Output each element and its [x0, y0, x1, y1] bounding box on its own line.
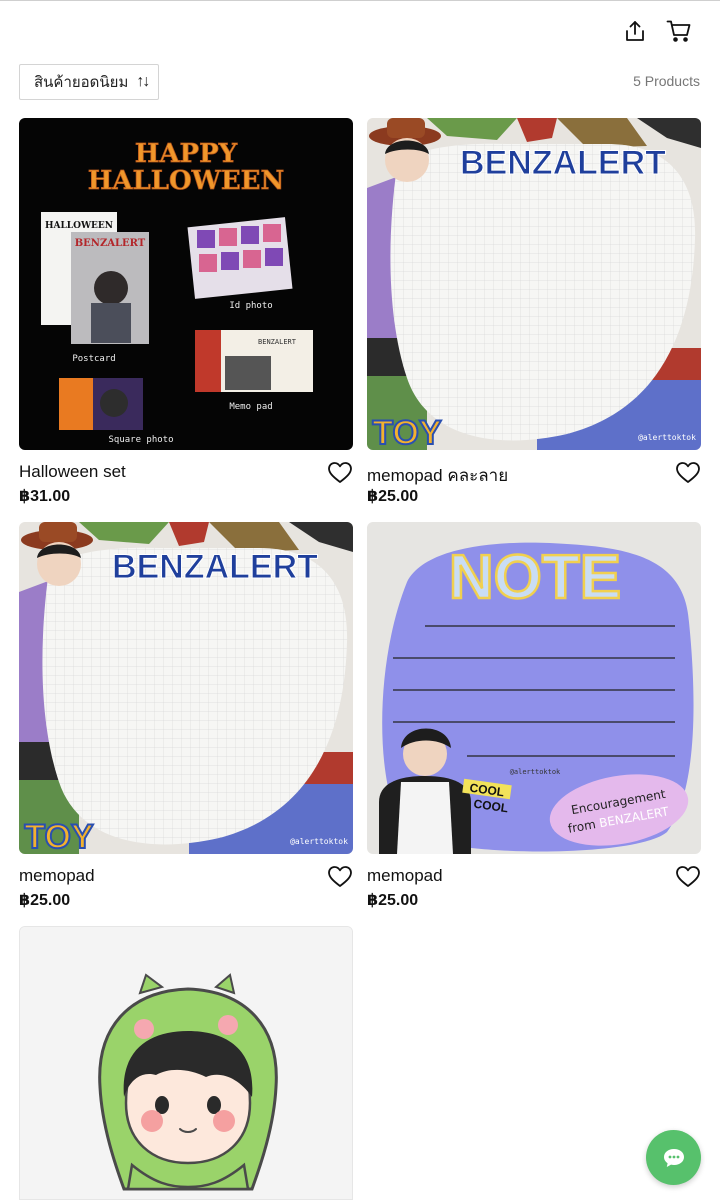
halloween-label-square-photo: Square photo	[108, 435, 173, 445]
heart-icon[interactable]	[675, 864, 701, 890]
halloween-card-brand: BENZALERT	[75, 238, 146, 249]
product-count: 5 Products	[633, 73, 700, 89]
store-header	[0, 0, 720, 60]
halloween-label-memo-pad: Memo pad	[229, 402, 272, 412]
product-image-memopad-mixed[interactable]: BENZALERT TOY @alerttoktok	[367, 118, 701, 450]
share-icon	[626, 21, 644, 41]
product-price: ฿25.00	[19, 892, 71, 909]
frog-character-artwork	[20, 927, 352, 1199]
halloween-memo-brand: BENZALERT	[258, 338, 297, 346]
product-title[interactable]: memopad	[367, 866, 443, 886]
note-memo-title: NOTE	[449, 543, 621, 612]
halloween-label-id-photo: Id photo	[229, 301, 272, 311]
toy-memo-brand: BENZALERT	[112, 548, 318, 586]
toy-memo-artwork: BENZALERT TOY @alerttoktok	[19, 522, 353, 854]
toy-memo-handle: @alerttoktok	[290, 837, 348, 846]
heart-icon[interactable]	[327, 460, 353, 486]
note-memo-handle: @alerttoktok	[510, 768, 561, 776]
heart-icon[interactable]	[327, 864, 353, 890]
chat-icon	[663, 1148, 684, 1167]
product-price: ฿31.00	[19, 488, 71, 505]
cart-button[interactable]	[664, 16, 694, 46]
sort-icon: ↑↓	[136, 73, 150, 90]
product-title[interactable]: memopad คละลาย	[367, 462, 508, 489]
product-price: ฿25.00	[367, 488, 419, 505]
sort-label: สินค้ายอดนิยม	[34, 74, 129, 91]
halloween-headline-1: HAPPY	[135, 139, 238, 169]
toy-memo-toy-text: TOY	[24, 818, 94, 854]
halloween-card-title: HALLOWEEN	[45, 221, 113, 231]
product-title[interactable]: Halloween set	[19, 462, 126, 482]
toy-memo-toy-text: TOY	[372, 414, 442, 450]
heart-icon[interactable]	[675, 460, 701, 486]
product-price: ฿25.00	[367, 892, 419, 909]
halloween-label-postcard: Postcard	[72, 354, 115, 364]
halloween-artwork: HAPPY HALLOWEEN HALLOWEEN BENZALERT Id p…	[19, 118, 353, 450]
product-image-halloween-set[interactable]: HAPPY HALLOWEEN HALLOWEEN BENZALERT Id p…	[19, 118, 353, 450]
sort-dropdown[interactable]: สินค้ายอดนิยม ↑↓	[19, 64, 159, 100]
cart-icon	[666, 20, 691, 42]
product-image-frog-character[interactable]	[19, 926, 353, 1200]
product-title[interactable]: memopad	[19, 866, 95, 886]
halloween-headline-2: HALLOWEEN	[88, 166, 285, 196]
note-memo-artwork: NOTE @alerttoktok COOL COOL Encouragemen…	[367, 522, 701, 854]
product-image-memopad-note[interactable]: NOTE @alerttoktok COOL COOL Encouragemen…	[367, 522, 701, 854]
toy-memo-handle: @alerttoktok	[638, 433, 696, 442]
product-image-memopad-toy[interactable]: BENZALERT TOY @alerttoktok	[19, 522, 353, 854]
toy-memo-brand: BENZALERT	[460, 144, 666, 182]
toy-memo-artwork: BENZALERT TOY @alerttoktok	[367, 118, 701, 450]
chat-button[interactable]	[646, 1130, 701, 1185]
share-button[interactable]	[620, 16, 650, 46]
